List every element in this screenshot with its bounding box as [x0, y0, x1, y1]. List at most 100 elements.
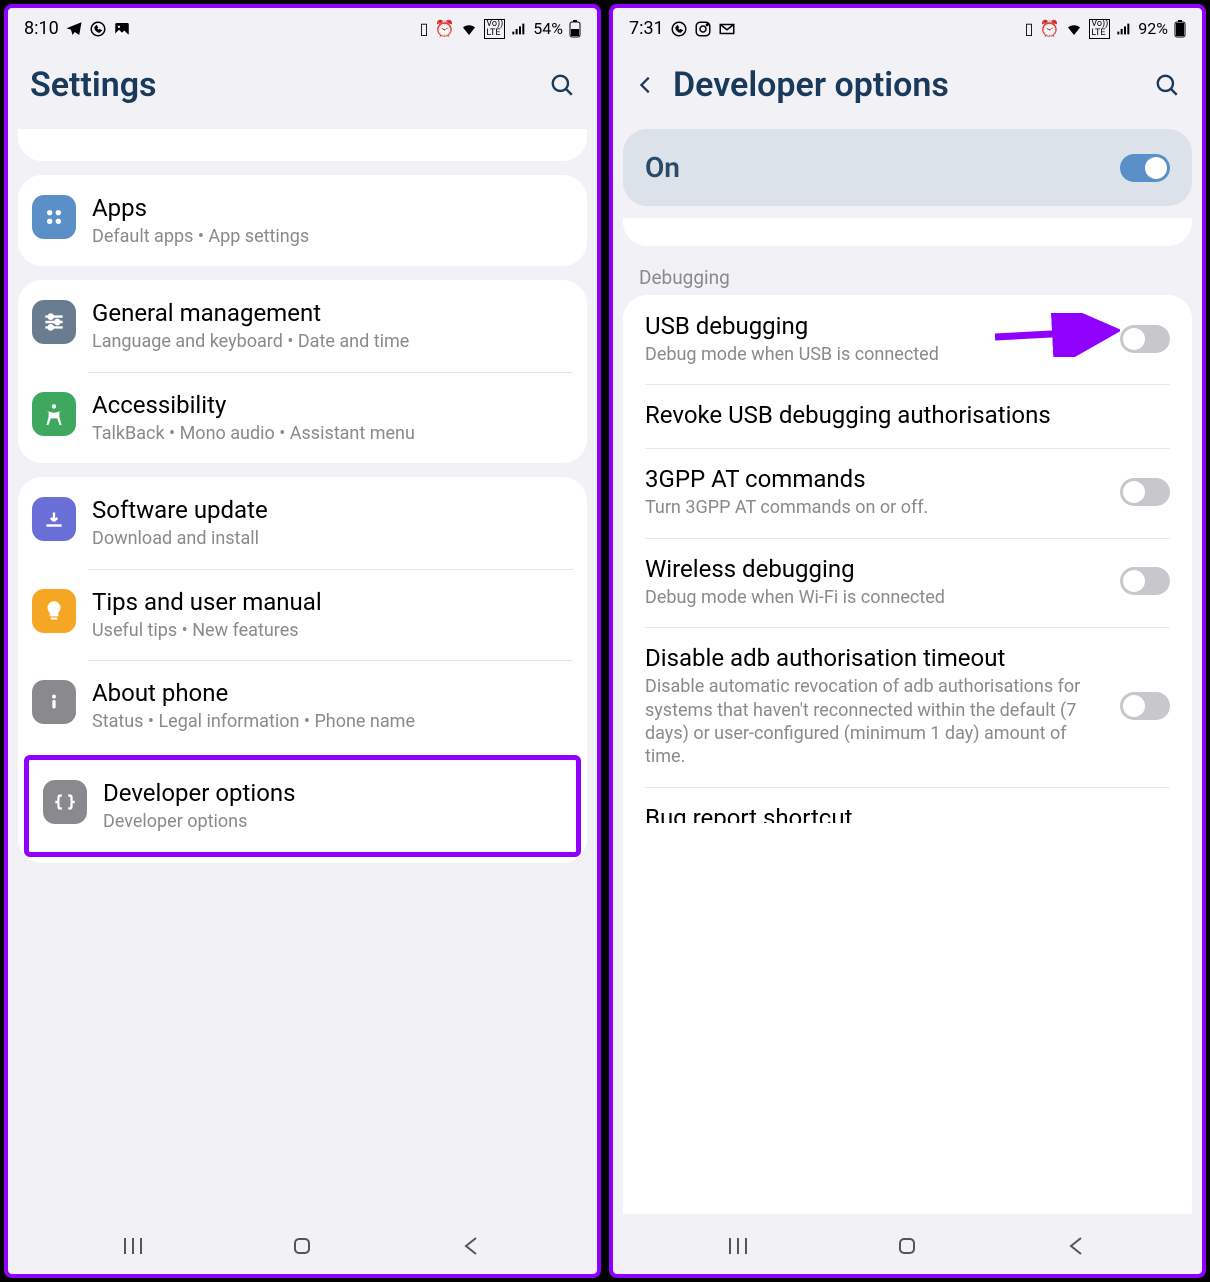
signal-icon — [1116, 21, 1132, 37]
back-icon[interactable] — [635, 74, 657, 96]
status-bar: 8:10 ▯ ⏰ Vo))LTE 54% — [8, 8, 597, 45]
row-subtitle: TalkBack • Mono audio • Assistant menu — [92, 422, 573, 445]
battery-percent: 54% — [533, 19, 563, 38]
instagram-icon — [694, 20, 712, 38]
status-time: 8:10 — [24, 18, 59, 39]
row-subtitle: Language and keyboard • Date and time — [92, 330, 573, 353]
volte-icon: Vo))LTE — [484, 19, 505, 39]
recents-button[interactable] — [119, 1232, 147, 1260]
settings-card: General managementLanguage and keyboard … — [18, 280, 587, 463]
dev-row-title: USB debugging — [645, 311, 1106, 341]
toggle-switch[interactable] — [1120, 325, 1170, 353]
dev-row-subtitle: Disable automatic revocation of adb auth… — [645, 675, 1106, 769]
battery-saver-icon: ▯ — [420, 19, 429, 38]
settings-header: Settings — [8, 45, 597, 129]
previous-section-peek — [623, 218, 1192, 246]
settings-row-about-phone[interactable]: About phoneStatus • Legal information • … — [18, 660, 587, 751]
sliders-icon — [32, 300, 76, 344]
dev-row-wireless-debugging[interactable]: Wireless debuggingDebug mode when Wi-Fi … — [623, 538, 1192, 627]
battery-saver-icon: ▯ — [1025, 19, 1034, 38]
settings-row-software-update[interactable]: Software updateDownload and install — [18, 477, 587, 568]
settings-row-general-management[interactable]: General managementLanguage and keyboard … — [18, 280, 587, 371]
master-toggle-label: On — [645, 151, 680, 184]
back-button[interactable] — [458, 1232, 486, 1260]
nav-bar — [8, 1214, 597, 1274]
highlight-annotation: Developer optionsDeveloper options — [24, 755, 581, 856]
settings-card: AppsDefault apps • App settings — [18, 175, 587, 266]
section-header-debugging: Debugging — [613, 258, 1202, 295]
alarm-icon: ⏰ — [434, 19, 454, 38]
row-title: About phone — [92, 678, 573, 708]
settings-list[interactable]: AppsDefault apps • App settings General m… — [8, 129, 597, 1214]
update-icon — [32, 497, 76, 541]
gmail-icon — [718, 20, 736, 38]
battery-icon — [569, 20, 581, 38]
dev-row-title: Bug report shortcut — [645, 803, 1170, 823]
previous-card-peek — [18, 129, 587, 161]
settings-row-apps[interactable]: AppsDefault apps • App settings — [18, 175, 587, 266]
master-toggle-row[interactable]: On — [623, 129, 1192, 206]
search-icon[interactable] — [549, 72, 575, 98]
row-title: Software update — [92, 495, 573, 525]
toggle-switch[interactable] — [1120, 692, 1170, 720]
dev-row-subtitle: Debug mode when USB is connected — [645, 343, 1106, 366]
whatsapp-icon — [89, 20, 107, 38]
search-icon[interactable] — [1154, 72, 1180, 98]
toggle-switch[interactable] — [1120, 567, 1170, 595]
row-title: Apps — [92, 193, 573, 223]
tips-icon — [32, 589, 76, 633]
row-title: Developer options — [103, 778, 562, 808]
wifi-icon — [460, 20, 478, 38]
row-subtitle: Developer options — [103, 810, 562, 833]
row-title: Accessibility — [92, 390, 573, 420]
settings-row-developer-options[interactable]: Developer optionsDeveloper options — [29, 760, 576, 851]
dev-row-bug-report-shortcut[interactable]: Bug report shortcut — [623, 787, 1192, 823]
row-subtitle: Status • Legal information • Phone name — [92, 710, 573, 733]
page-title: Settings — [30, 65, 157, 105]
battery-percent: 92% — [1138, 19, 1168, 38]
dev-row-disable-adb-authorisation-timeout[interactable]: Disable adb authorisation timeoutDisable… — [623, 627, 1192, 787]
info-icon — [32, 680, 76, 724]
telegram-icon — [65, 20, 83, 38]
image-icon — [113, 20, 131, 38]
nav-bar — [613, 1214, 1202, 1274]
signal-icon — [511, 21, 527, 37]
dev-row-usb-debugging[interactable]: USB debuggingDebug mode when USB is conn… — [623, 295, 1192, 384]
dev-icon — [43, 780, 87, 824]
row-subtitle: Useful tips • New features — [92, 619, 573, 642]
home-button[interactable] — [288, 1232, 316, 1260]
status-time: 7:31 — [629, 18, 664, 39]
settings-row-accessibility[interactable]: AccessibilityTalkBack • Mono audio • Ass… — [18, 372, 587, 463]
dev-row-subtitle: Turn 3GPP AT commands on or off. — [645, 496, 1106, 519]
home-button[interactable] — [893, 1232, 921, 1260]
dev-row-title: Disable adb authorisation timeout — [645, 643, 1106, 673]
row-title: General management — [92, 298, 573, 328]
volte-icon: Vo))LTE — [1089, 19, 1110, 39]
alarm-icon: ⏰ — [1039, 19, 1059, 38]
dev-row-revoke-usb-debugging-authorisations[interactable]: Revoke USB debugging authorisations — [623, 384, 1192, 448]
debugging-card: USB debuggingDebug mode when USB is conn… — [623, 295, 1192, 1214]
settings-row-tips-and-user-manual[interactable]: Tips and user manualUseful tips • New fe… — [18, 569, 587, 660]
right-phone-developer-options: 7:31 ▯ ⏰ Vo))LTE 92% Developer options O… — [609, 4, 1206, 1278]
battery-icon — [1174, 20, 1186, 38]
dev-header: Developer options — [613, 45, 1202, 129]
dev-row-title: Revoke USB debugging authorisations — [645, 400, 1170, 430]
accessibility-icon — [32, 392, 76, 436]
dev-row-title: Wireless debugging — [645, 554, 1106, 584]
wifi-icon — [1065, 20, 1083, 38]
whatsapp-icon — [670, 20, 688, 38]
dev-row--gpp-at-commands[interactable]: 3GPP AT commandsTurn 3GPP AT commands on… — [623, 448, 1192, 537]
row-title: Tips and user manual — [92, 587, 573, 617]
page-title: Developer options — [673, 65, 949, 105]
master-toggle-switch[interactable] — [1120, 154, 1170, 182]
dev-row-subtitle: Debug mode when Wi-Fi is connected — [645, 586, 1106, 609]
settings-card: Software updateDownload and installTips … — [18, 477, 587, 863]
left-phone-settings: 8:10 ▯ ⏰ Vo))LTE 54% Settings AppsDefaul… — [4, 4, 601, 1278]
dev-row-title: 3GPP AT commands — [645, 464, 1106, 494]
status-bar: 7:31 ▯ ⏰ Vo))LTE 92% — [613, 8, 1202, 45]
row-subtitle: Download and install — [92, 527, 573, 550]
recents-button[interactable] — [724, 1232, 752, 1260]
row-subtitle: Default apps • App settings — [92, 225, 573, 248]
back-button[interactable] — [1063, 1232, 1091, 1260]
toggle-switch[interactable] — [1120, 478, 1170, 506]
